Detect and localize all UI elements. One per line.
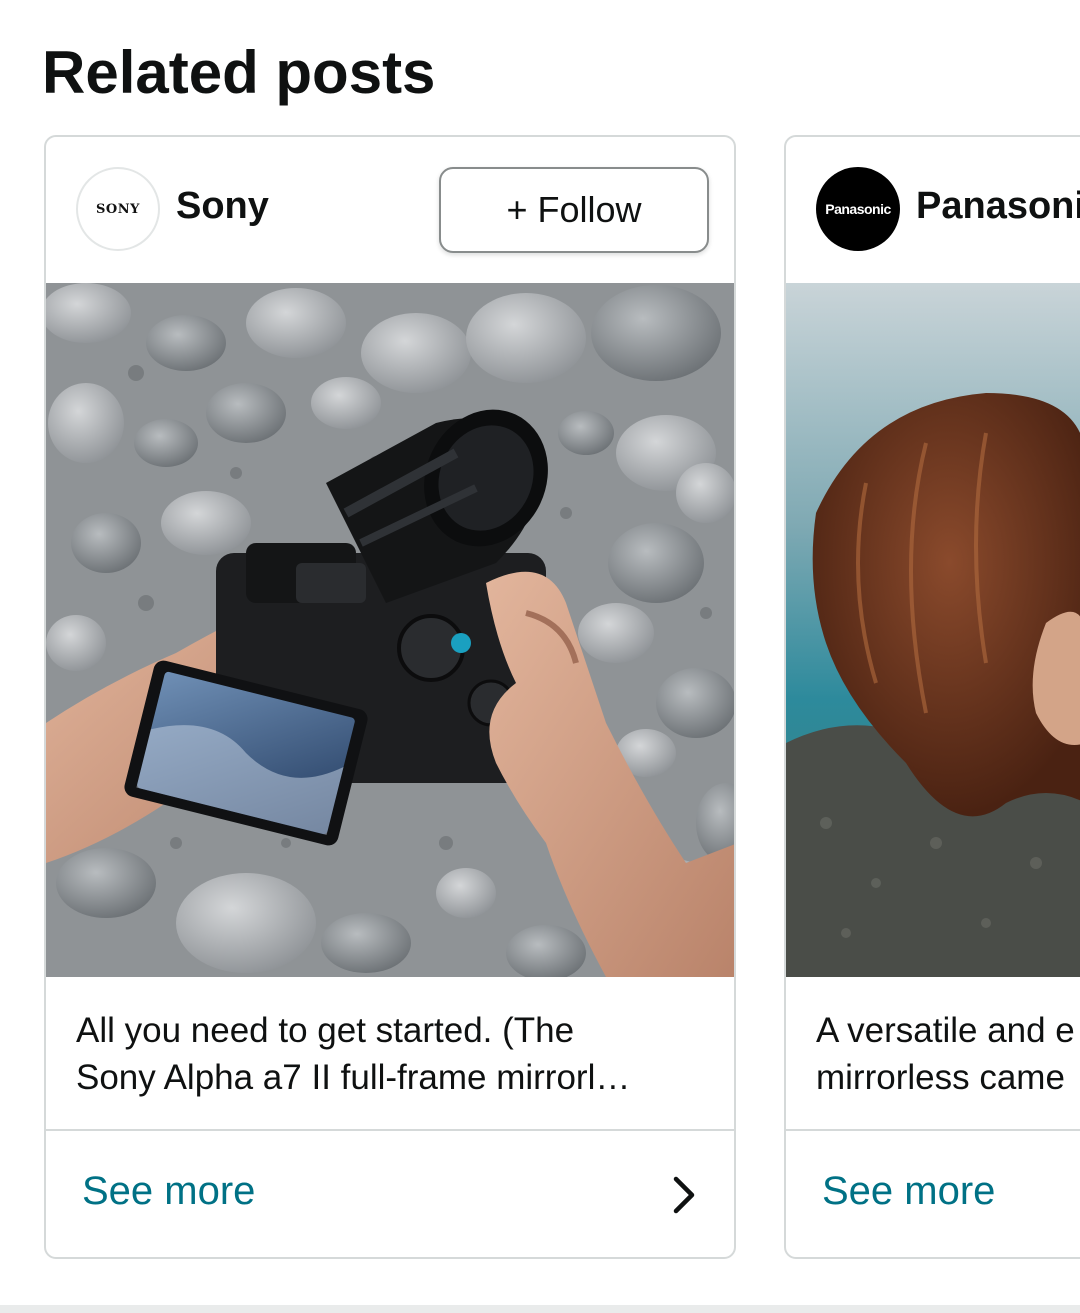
post-caption: All you need to get started. (The Sony A… [76, 1007, 704, 1101]
post-header: Panasonic Panasonic [786, 137, 1080, 283]
post-caption: A versatile and e mirrorless came [816, 1007, 1080, 1101]
caption-line-2: mirrorless came [816, 1058, 1065, 1097]
see-more-link[interactable]: See more [786, 1131, 1080, 1257]
see-more-label: See more [822, 1169, 996, 1213]
caption-line-1: A versatile and e [816, 1011, 1075, 1050]
brand-avatar[interactable]: SONY [76, 167, 160, 251]
brand-name[interactable]: Panasonic [916, 185, 1080, 228]
portrait-photo-icon [786, 283, 1080, 977]
see-more-label: See more [82, 1169, 256, 1213]
post-image[interactable] [46, 283, 734, 977]
brand-logo-text: Panasonic [825, 201, 891, 217]
chevron-right-icon [673, 1176, 695, 1214]
brand-logo-text: SONY [96, 201, 140, 217]
post-card-sony[interactable]: SONY Sony + Follow All you need to get s… [44, 135, 736, 1259]
see-more-link[interactable]: See more [46, 1131, 734, 1257]
post-image[interactable] [786, 283, 1080, 977]
brand-avatar[interactable]: Panasonic [816, 167, 900, 251]
brand-name[interactable]: Sony [176, 185, 269, 228]
post-header: SONY Sony + Follow [46, 137, 734, 283]
follow-button[interactable]: + Follow [439, 167, 709, 253]
related-posts-carousel[interactable]: SONY Sony + Follow All you need to get s… [0, 0, 1080, 1313]
caption-line-2: Sony Alpha a7 II full-frame mirrorl… [76, 1058, 631, 1097]
caption-line-1: All you need to get started. (The [76, 1011, 575, 1050]
bottom-separator [0, 1305, 1080, 1313]
post-card-panasonic[interactable]: Panasonic Panasonic [784, 135, 1080, 1259]
camera-photo-icon [46, 283, 734, 977]
